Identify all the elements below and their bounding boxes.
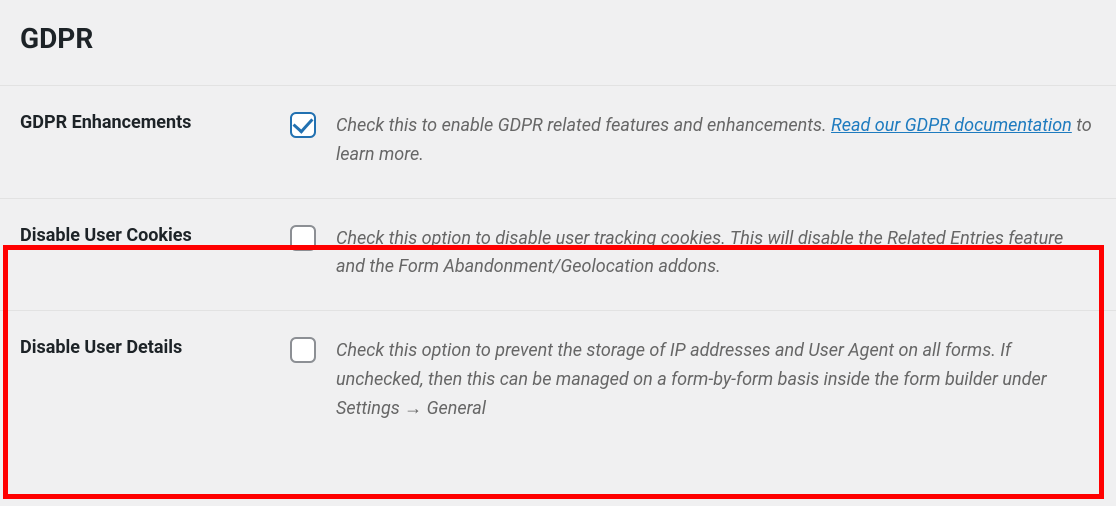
checkbox-box-icon <box>290 225 316 251</box>
row-gdpr-enhancements: GDPR Enhancements Check this to enable G… <box>0 86 1116 199</box>
section-title: GDPR <box>0 0 1116 85</box>
gdpr-settings-section: GDPR GDPR Enhancements Check this to ena… <box>0 0 1116 452</box>
gdpr-doc-link[interactable]: Read our GDPR documentation <box>831 115 1072 136</box>
checkbox-box-icon <box>290 112 316 138</box>
label-disable-user-details: Disable User Details <box>20 337 182 358</box>
label-disable-user-cookies: Disable User Cookies <box>20 225 192 246</box>
checkbox-wrap <box>290 337 316 367</box>
row-disable-user-cookies: Disable User Cookies Check this option t… <box>0 198 1116 311</box>
label-gdpr-enhancements: GDPR Enhancements <box>20 112 191 133</box>
desc-gdpr-enhancements: Check this to enable GDPR related featur… <box>336 115 1092 165</box>
desc-text-before: Check this to enable GDPR related featur… <box>336 115 831 136</box>
desc-disable-user-details: Check this option to prevent the storage… <box>336 340 1047 419</box>
checkbox-box-icon <box>290 337 316 363</box>
desc-disable-user-cookies: Check this option to disable user tracki… <box>336 228 1063 278</box>
row-disable-user-details: Disable User Details Check this option t… <box>0 311 1116 452</box>
settings-table: GDPR Enhancements Check this to enable G… <box>0 85 1116 452</box>
checkbox-wrap <box>290 225 316 255</box>
checkbox-wrap <box>290 112 316 142</box>
